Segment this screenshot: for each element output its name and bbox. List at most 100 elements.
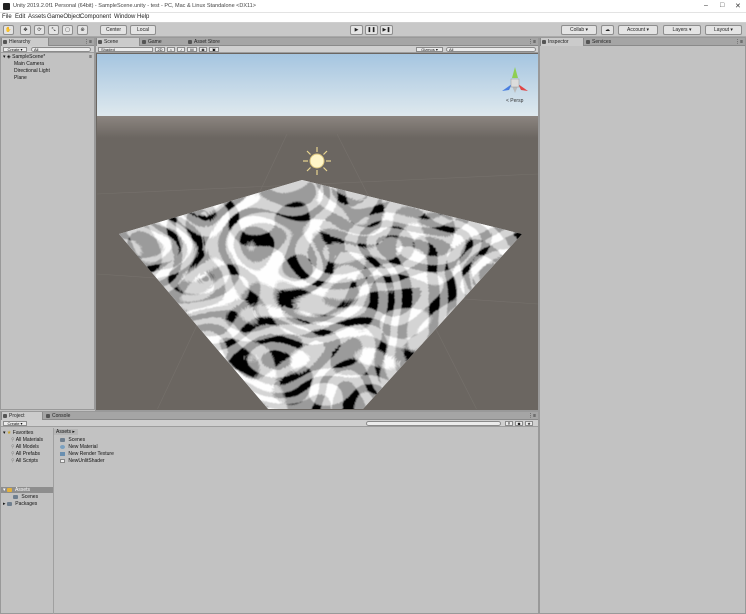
hierarchy-panel: Hierarchy ⋮≡ Create ▾ All ▾ ◈ SampleScen…: [0, 37, 95, 410]
favorite-item[interactable]: ⚲ All Models: [1, 444, 53, 450]
hierarchy-search-input[interactable]: All: [31, 47, 91, 52]
layout-dropdown[interactable]: Layout ▾: [705, 25, 742, 35]
expand-arrow-icon[interactable]: ▾: [3, 487, 6, 493]
tab-hierarchy[interactable]: Hierarchy: [1, 38, 49, 46]
expand-arrow-icon[interactable]: ▸: [3, 501, 6, 507]
pause-button[interactable]: ❚❚: [365, 25, 378, 35]
console-tab-icon: [46, 414, 50, 418]
hierarchy-item[interactable]: Directional Light: [1, 68, 94, 74]
scene-root[interactable]: ▾ ◈ SampleScene* ≡: [1, 54, 94, 60]
menu-file[interactable]: File: [2, 14, 12, 20]
scenes-folder[interactable]: Scenes: [1, 494, 53, 500]
favorites-header[interactable]: ▾ ★ Favorites: [1, 430, 53, 436]
scene-tab-icon: [98, 40, 102, 44]
scene-viewport[interactable]: < Persp: [97, 54, 538, 409]
tab-console[interactable]: Console: [45, 412, 87, 420]
expand-arrow-icon[interactable]: ▾: [3, 54, 6, 60]
space-toggle[interactable]: Local: [130, 25, 156, 35]
favorite-item[interactable]: ⚲ All Materials: [1, 437, 53, 443]
tab-asset-store[interactable]: Asset Store: [187, 38, 237, 46]
unity-scene-icon: ◈: [6, 54, 11, 60]
layers-dropdown[interactable]: Layers ▾: [663, 25, 701, 35]
rotate-icon[interactable]: ⟳: [34, 25, 45, 35]
create-dropdown[interactable]: Create ▾: [3, 47, 27, 52]
project-panel: Project Console ⋮≡ Create ▾ ⚲ ◆ ★ ▾ ★ Fa…: [0, 411, 539, 614]
hierarchy-item[interactable]: Plane: [1, 75, 94, 81]
asset-item[interactable]: New Material: [54, 444, 538, 450]
asset-item[interactable]: NewUnlitShader: [54, 458, 538, 464]
folder-icon: [60, 437, 65, 442]
camera-settings-icon[interactable]: ▣: [209, 47, 219, 52]
menu-edit[interactable]: Edit: [15, 14, 25, 20]
hierarchy-item[interactable]: Main Camera: [1, 61, 94, 67]
favorite-icon[interactable]: ★: [525, 421, 533, 426]
assets-folder[interactable]: ▾ Assets: [1, 487, 53, 493]
play-button[interactable]: ▶: [350, 25, 363, 35]
expand-arrow-icon[interactable]: ▾: [3, 430, 6, 436]
hierarchy-icon: [3, 40, 7, 44]
directional-light-icon[interactable]: [303, 147, 331, 175]
panel-menu-icon[interactable]: ⋮≡: [735, 39, 743, 45]
menu-assets[interactable]: Assets: [28, 14, 46, 20]
tab-scene[interactable]: Scene: [96, 38, 140, 46]
asset-item[interactable]: Scenes: [54, 437, 538, 443]
main-toolbar: ✋ ✥ ⟳ ⤡ ▢ ⊕ Center Local ▶ ❚❚ ▶❚ Collab …: [0, 23, 746, 37]
favorite-item[interactable]: ⚲ All Prefabs: [1, 451, 53, 457]
close-button[interactable]: ✕: [735, 2, 741, 10]
rect-icon[interactable]: ▢: [62, 25, 73, 35]
search-icon: ⚲: [11, 444, 15, 450]
menu-window[interactable]: Window: [114, 14, 135, 20]
search-icon: ⚲: [11, 451, 15, 457]
scene-panel: Scene Game Asset Store ⋮≡ Shaded 2D ☼ ♪ …: [95, 37, 539, 411]
asset-item[interactable]: New Render Texture: [54, 451, 538, 457]
filter-label-icon[interactable]: ◆: [515, 421, 523, 426]
maximize-button[interactable]: □: [720, 2, 724, 9]
menu-component[interactable]: Component: [80, 14, 111, 20]
filter-type-icon[interactable]: ⚲: [505, 421, 513, 426]
scene-menu-icon[interactable]: ≡: [89, 54, 92, 60]
transform-icon[interactable]: ⊕: [77, 25, 88, 35]
scene-search-input[interactable]: All: [446, 47, 536, 52]
pivot-toggle[interactable]: Center: [100, 25, 127, 35]
tab-inspector[interactable]: Inspector: [540, 38, 584, 46]
scene-render: < Persp: [97, 54, 538, 409]
project-tab-icon: [3, 414, 7, 418]
favorite-item[interactable]: ⚲ All Scripts: [1, 458, 53, 464]
panel-menu-icon[interactable]: ⋮≡: [528, 39, 536, 45]
shading-mode-dropdown[interactable]: Shaded: [98, 47, 153, 52]
scale-icon[interactable]: ⤡: [48, 25, 59, 35]
account-dropdown[interactable]: Account ▾: [618, 25, 658, 35]
packages-folder[interactable]: ▸ Packages: [1, 501, 53, 507]
tab-services[interactable]: Services: [585, 38, 627, 46]
audio-toggle-icon[interactable]: ♪: [177, 47, 185, 52]
2d-toggle[interactable]: 2D: [155, 47, 165, 52]
tab-game[interactable]: Game: [141, 38, 185, 46]
minimize-button[interactable]: –: [704, 2, 708, 9]
gizmos-dropdown[interactable]: Gizmos ▾: [416, 47, 443, 52]
search-icon: ⚲: [11, 458, 15, 464]
move-icon[interactable]: ✥: [20, 25, 31, 35]
project-search-input[interactable]: [366, 421, 501, 426]
folder-icon: [6, 487, 12, 492]
title-bar: Unity 2019.2.0f1 Personal (64bit) - Samp…: [0, 0, 746, 13]
effects-toggle-icon[interactable]: ▤: [187, 47, 197, 52]
window-title: Unity 2019.2.0f1 Personal (64bit) - Samp…: [13, 3, 256, 9]
step-button[interactable]: ▶❚: [380, 25, 393, 35]
visibility-toggle-icon[interactable]: ◉: [199, 47, 207, 52]
hand-icon[interactable]: ✋: [3, 25, 14, 35]
perspective-label[interactable]: < Persp: [506, 98, 524, 104]
lighting-toggle-icon[interactable]: ☼: [167, 47, 175, 52]
menu-gameobject[interactable]: GameObject: [47, 14, 81, 20]
create-dropdown[interactable]: Create ▾: [3, 421, 27, 426]
breadcrumb[interactable]: Assets ▸: [54, 429, 78, 435]
tab-project[interactable]: Project: [1, 412, 43, 420]
cloud-icon[interactable]: ☁: [601, 25, 614, 35]
inspector-tab-icon: [542, 40, 546, 44]
star-icon: ★: [6, 430, 12, 436]
panel-menu-icon[interactable]: ⋮≡: [84, 39, 92, 45]
panel-menu-icon[interactable]: ⋮≡: [528, 413, 536, 419]
collab-dropdown[interactable]: Collab ▾: [561, 25, 597, 35]
inspector-panel: Inspector Services ⋮≡: [539, 37, 746, 614]
menu-help[interactable]: Help: [137, 14, 149, 20]
game-tab-icon: [142, 40, 146, 44]
